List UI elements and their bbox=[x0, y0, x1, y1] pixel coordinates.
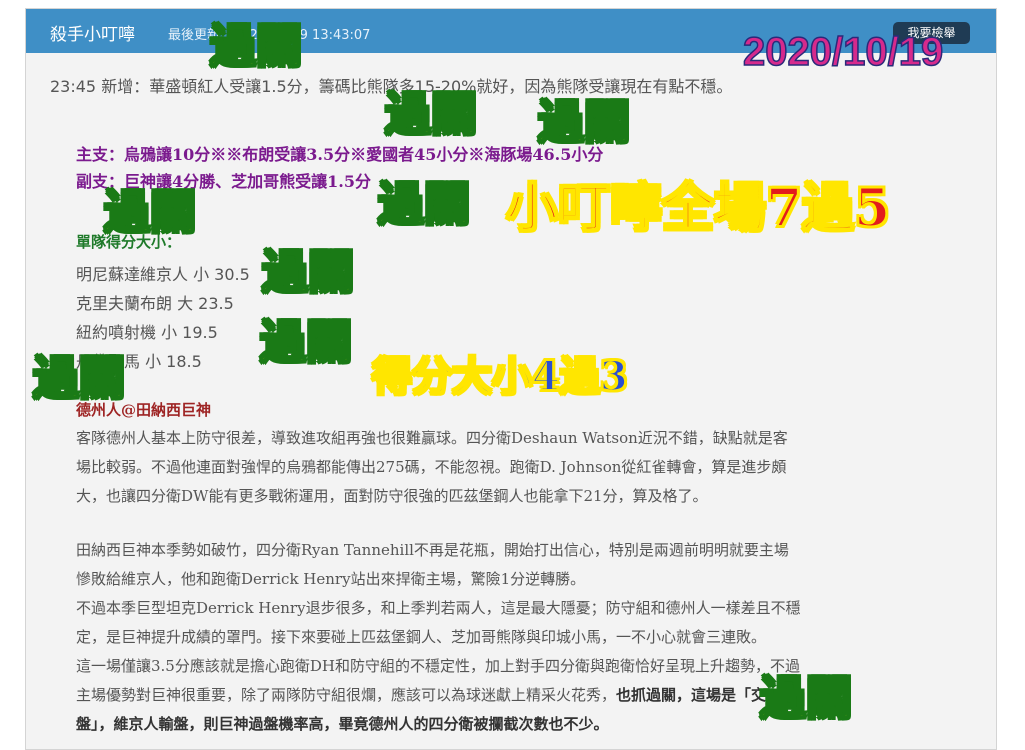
bold-line: 盤」，維京人輸盤，則巨神過盤機率高，畢竟德州人的四分衛被攔截次數也不少。 bbox=[76, 715, 609, 733]
paragraph-line: 慘敗給維京人，他和跑衛Derrick Henry站出來捍衛主場，驚險1分逆轉勝。 bbox=[76, 570, 586, 588]
pass-overlay: 過關 bbox=[32, 350, 126, 406]
score-overlay: 得分大小4過3 bbox=[371, 352, 629, 401]
pass-overlay: 過關 bbox=[209, 18, 303, 74]
article-title: 殺手小叮嚀 bbox=[50, 25, 135, 45]
bold-tail: 也抓過關，這場是「交叉 bbox=[616, 686, 782, 704]
pass-overlay: 過關 bbox=[384, 86, 478, 142]
pass-overlay: 過關 bbox=[759, 670, 853, 726]
paragraph-line: 大，也讓四分衛DW能有更多戰術運用，面對防守很強的匹茲堡鋼人也能拿下21分，算及… bbox=[76, 487, 708, 505]
pass-overlay: 過關 bbox=[103, 184, 197, 240]
paragraph-line: 不過本季巨型坦克Derrick Henry退步很多，和上季判若兩人，這是最大隱憂… bbox=[76, 599, 801, 617]
paragraph-line: 田納西巨神本季勢如破竹，四分衛Ryan Tannehill不再是花瓶，開始打出信… bbox=[76, 541, 789, 559]
pass-overlay: 過關 bbox=[377, 176, 471, 232]
totals-item: 紐約噴射機 小 19.5 bbox=[76, 323, 218, 342]
date-overlay: 2020/10/19 bbox=[742, 29, 944, 75]
pass-overlay: 過關 bbox=[261, 244, 355, 300]
main-pick: 主支：烏鴉讓10分※※布朗受讓3.5分※愛國者45小分※海豚場46.5小分 bbox=[76, 145, 604, 164]
paragraph-text: 主場優勢對巨神很重要，除了兩隊防守組很爛，應該可以為球迷獻上精采火花秀， bbox=[76, 686, 617, 704]
paragraph-line: 場比較弱。不過他連面對強悍的烏鴉都能傳出275碼，不能忽視。跑衛D. Johns… bbox=[76, 458, 787, 476]
pass-overlay: 過關 bbox=[537, 94, 631, 150]
paragraph-line: 定，是巨神提升成績的罩門。接下來要碰上匹茲堡鋼人、芝加哥熊隊與印城小馬，一不小心… bbox=[76, 628, 767, 646]
pass-overlay: 過關 bbox=[259, 314, 353, 370]
paragraph-line: 客隊德州人基本上防守很差，導致進攻組再強也很難贏球。四分衛Deshaun Wat… bbox=[76, 429, 788, 447]
paragraph-line: 主場優勢對巨神很重要，除了兩隊防守組很爛，應該可以為球迷獻上精采火花秀，也抓過關… bbox=[76, 684, 781, 705]
paragraph-line: 這一場僅讓3.5分應該就是擔心跑衛DH和防守組的不穩定性，加上對手四分衛與跑衛恰… bbox=[76, 657, 800, 675]
totals-item: 克里夫蘭布朗 大 23.5 bbox=[76, 294, 234, 313]
headline-overlay: 小叮嚀全場7過5 bbox=[505, 177, 891, 240]
totals-item: 明尼蘇達維京人 小 30.5 bbox=[76, 265, 250, 284]
